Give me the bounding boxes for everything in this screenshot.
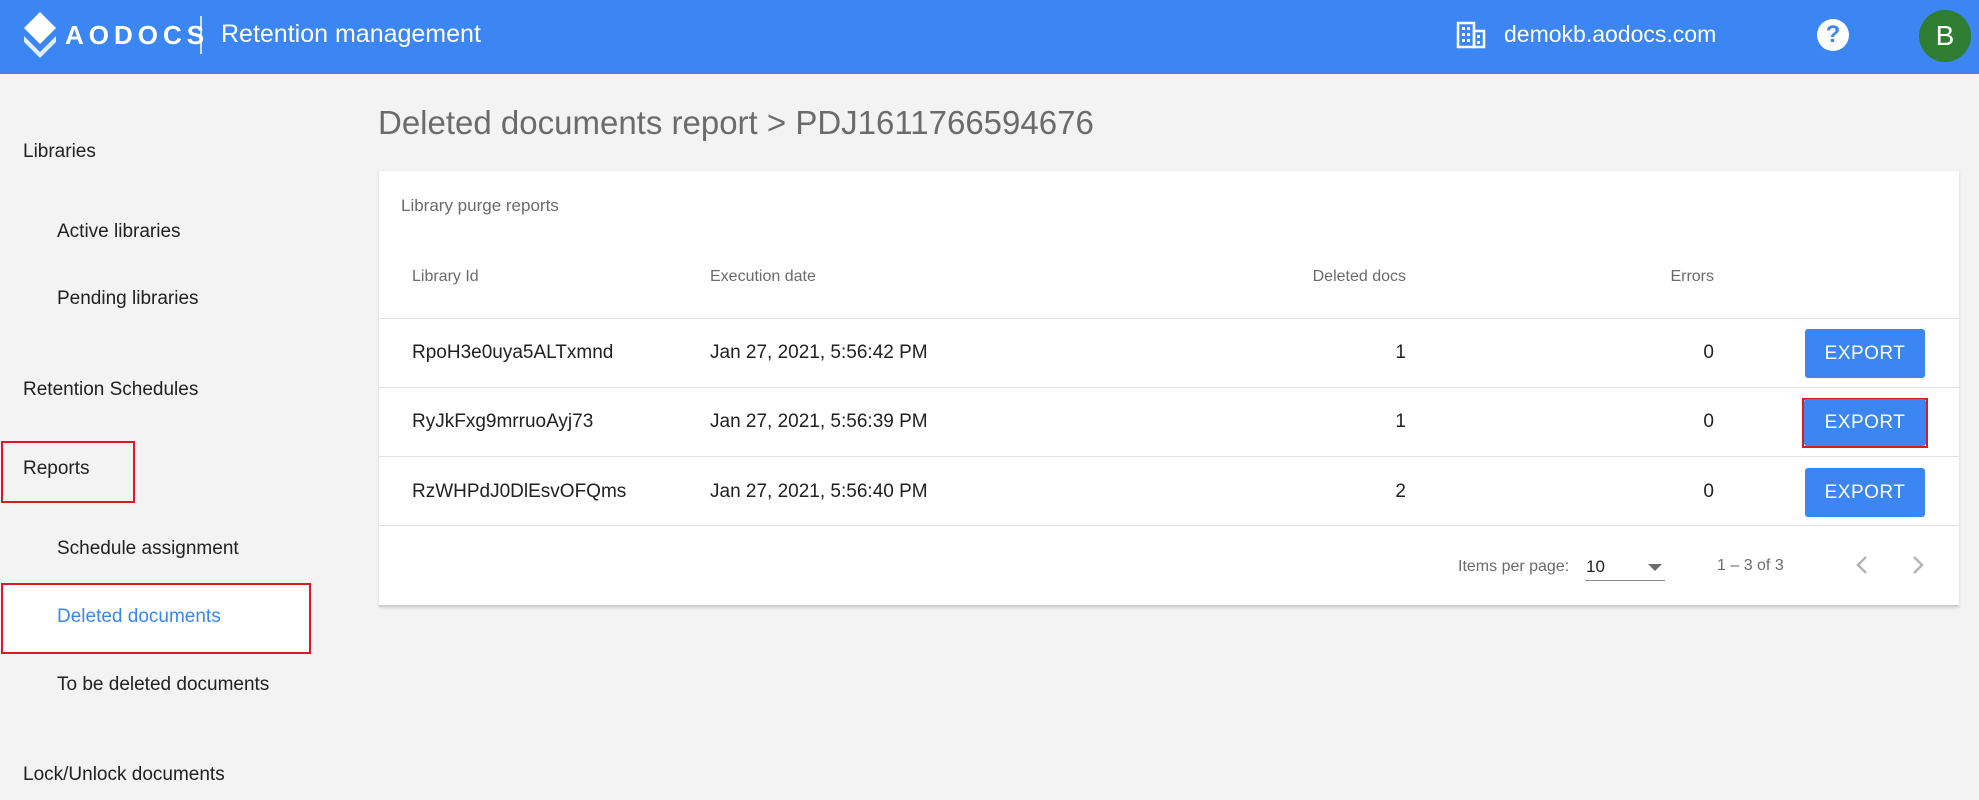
column-header-execution-date[interactable]: Execution date [710,268,816,286]
page-range-label: 1 – 3 of 3 [1717,557,1784,574]
column-header-library-id[interactable]: Library Id [412,268,479,286]
next-page-icon[interactable] [1905,551,1931,579]
sidebar-item-active-libraries[interactable]: Active libraries [57,221,181,243]
errors-cell: 0 [1703,411,1714,432]
deleted-docs-cell: 1 [1395,411,1406,432]
sidebar-item-reports[interactable]: Reports [23,458,90,480]
deleted-docs-cell: 1 [1395,342,1406,363]
deleted-docs-cell: 2 [1395,481,1406,502]
help-icon[interactable]: ? [1817,19,1849,51]
library-id-cell: RyJkFxg9mrruoAyj73 [412,411,594,432]
library-id-cell: RzWHPdJ0DlEsvOFQms [412,481,627,502]
aodocs-logo-icon[interactable] [22,10,58,60]
errors-cell: 0 [1703,342,1714,363]
row-divider [379,318,1959,319]
brand-name[interactable]: AODOCS [65,20,209,51]
library-id-cell: RpoH3e0uya5ALTxmnd [412,342,614,363]
sidebar-item-deleted-documents[interactable]: Deleted documents [57,606,221,628]
execution-date-cell: Jan 27, 2021, 5:56:40 PM [710,481,928,502]
column-header-errors[interactable]: Errors [1514,268,1714,286]
column-header-deleted-docs[interactable]: Deleted docs [1206,268,1406,286]
execution-date-cell: Jan 27, 2021, 5:56:42 PM [710,342,928,363]
sidebar-item-schedule-assignment[interactable]: Schedule assignment [57,538,239,560]
building-icon [1456,21,1486,49]
sidebar-item-lock-unlock-documents[interactable]: Lock/Unlock documents [23,764,225,786]
items-per-page-label: Items per page: [1458,558,1570,575]
header-divider [200,16,202,54]
card-title: Library purge reports [401,196,559,215]
sidebar-item-retention-schedules[interactable]: Retention Schedules [23,379,198,401]
items-per-page-select[interactable]: 10 [1585,553,1665,581]
purge-reports-card: Library purge reports Library Id Executi… [379,171,1959,607]
sidebar-item-pending-libraries[interactable]: Pending libraries [57,288,199,310]
sidebar-item-libraries[interactable]: Libraries [23,141,96,163]
domain-name: demokb.aodocs.com [1504,21,1717,47]
top-app-bar: AODOCS Retention management demokb.aodoc… [0,0,1979,74]
errors-cell: 0 [1703,481,1714,502]
row-divider [379,387,1959,388]
export-button[interactable]: EXPORT [1805,468,1925,517]
page-title: Deleted documents report > PDJ1611766594… [378,104,1094,141]
user-avatar[interactable]: B [1919,10,1971,62]
export-button[interactable]: EXPORT [1805,329,1925,378]
app-title: Retention management [221,20,481,48]
sidebar-item-to-be-deleted-documents[interactable]: To be deleted documents [57,674,269,696]
caret-down-icon [1648,564,1662,571]
row-divider [379,525,1959,526]
export-button[interactable]: EXPORT [1804,399,1926,446]
row-divider [379,456,1959,457]
execution-date-cell: Jan 27, 2021, 5:56:39 PM [710,411,928,432]
previous-page-icon[interactable] [1849,551,1875,579]
items-per-page-value: 10 [1586,557,1605,576]
